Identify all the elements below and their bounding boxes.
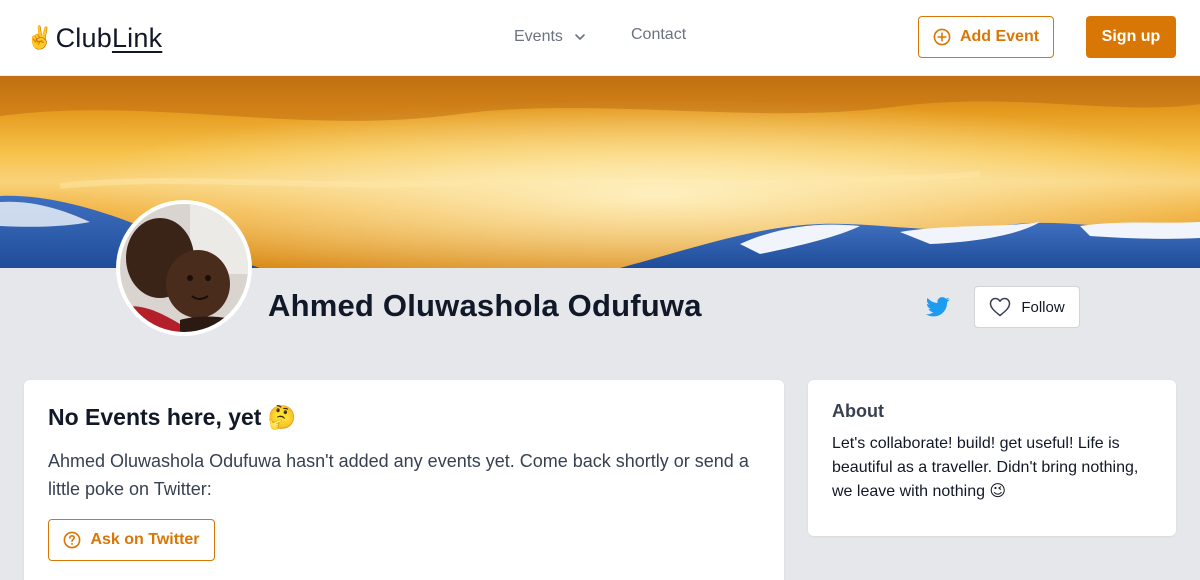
nav-contact-link[interactable]: Contact: [631, 26, 686, 48]
twitter-profile-link[interactable]: [926, 296, 950, 318]
follow-label: Follow: [1021, 298, 1065, 316]
avatar-photo: [120, 204, 248, 332]
logo-text-link: Link: [111, 22, 163, 53]
add-event-button[interactable]: Add Event: [918, 16, 1054, 58]
add-event-label: Add Event: [959, 28, 1040, 45]
victory-hand-emoji: ✌️: [26, 25, 54, 50]
question-circle-icon: [64, 531, 81, 549]
top-navbar: ✌️ Club Link Events Contact Add Event Sig…: [0, 0, 1200, 76]
twitter-icon: [926, 297, 950, 317]
chevron-down-icon: [575, 34, 585, 40]
clublink-logo[interactable]: ✌️ Club Link: [26, 20, 162, 56]
plus-circle-icon: [933, 28, 951, 46]
profile-name: Ahmed Oluwashola Odufuwa: [268, 288, 702, 323]
heart-icon: [990, 297, 1011, 317]
events-empty-description: Ahmed Oluwashola Odufuwa hasn't added an…: [48, 451, 749, 499]
about-title: About: [832, 401, 884, 421]
events-card: No Events here, yet 🤔 Ahmed Oluwashola O…: [24, 380, 784, 580]
profile-avatar: [116, 200, 252, 336]
ask-on-twitter-button[interactable]: Ask on Twitter: [48, 519, 215, 561]
events-empty-title: No Events here, yet 🤔: [48, 404, 297, 430]
logo-text-club: Club: [55, 22, 112, 53]
follow-button[interactable]: Follow: [974, 286, 1080, 328]
about-card: About Let's collaborate! build! get usef…: [808, 380, 1176, 536]
ask-on-twitter-label: Ask on Twitter: [90, 531, 200, 548]
nav-events-label: Events: [514, 28, 563, 45]
about-text: Let's collaborate! build! get useful! Li…: [832, 435, 1139, 500]
signup-button[interactable]: Sign up: [1086, 16, 1176, 58]
nav-events-dropdown[interactable]: Events: [514, 26, 587, 48]
